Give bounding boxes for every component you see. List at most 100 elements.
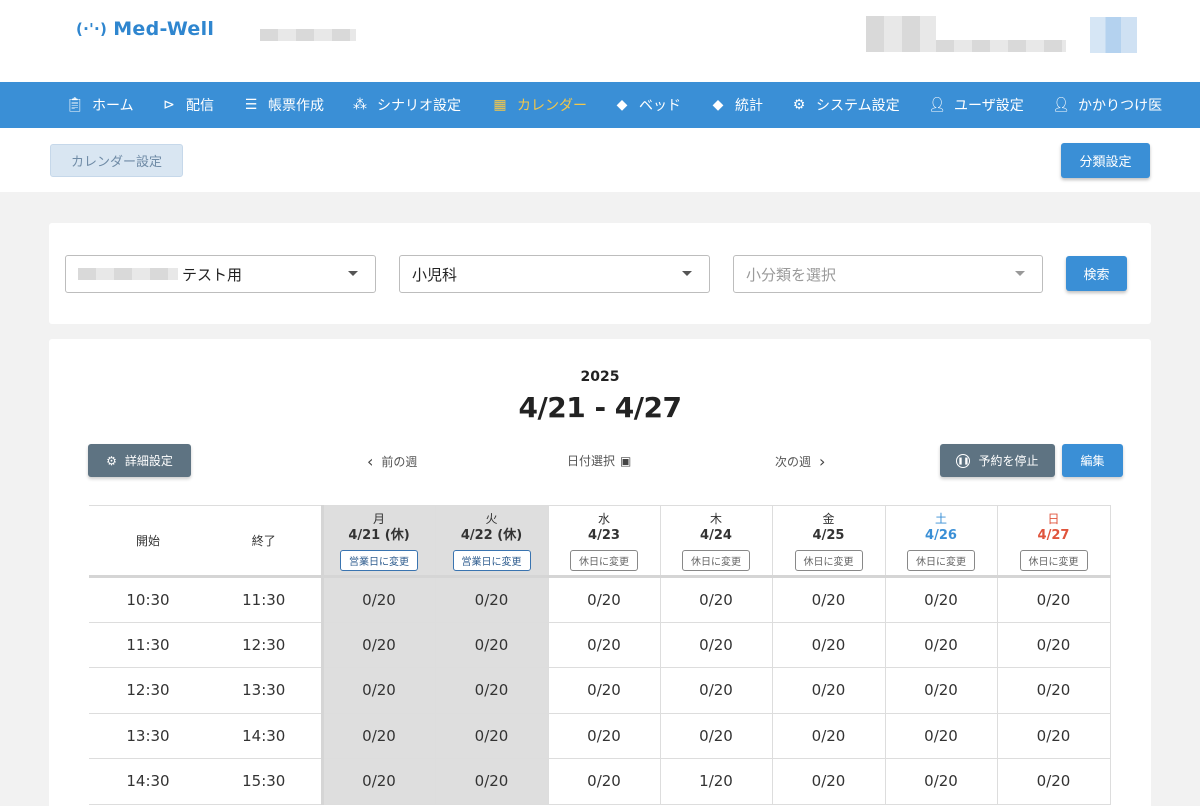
slot-cell[interactable]: 0/20 (320, 758, 436, 805)
next-week-link[interactable]: 次の週 › (775, 452, 825, 471)
day-header: 火 4/22 (休) 営業日に変更 (435, 505, 549, 578)
sub-toolbar: カレンダー設定 分類設定 (0, 128, 1200, 192)
nav-label: かかりつけ医 (1078, 98, 1163, 114)
day-header: 水 4/23 休日に変更 (548, 505, 661, 578)
slot-cell[interactable]: 0/20 (772, 713, 886, 759)
slot-cell[interactable]: 0/20 (997, 576, 1111, 623)
slot-cell[interactable]: 0/20 (435, 758, 549, 805)
cube-stat-icon: ◆ (712, 97, 724, 113)
slot-start-time: 14:30 (89, 758, 207, 805)
slot-cell[interactable]: 0/20 (885, 713, 998, 759)
slot-cell[interactable]: 0/20 (660, 667, 773, 714)
megaphone-icon: ⊳ (163, 97, 175, 113)
toggle-day-status-button[interactable]: 休日に変更 (1019, 549, 1088, 571)
day-header: 土 4/26 休日に変更 (885, 505, 998, 578)
slot-start-time: 10:30 (89, 576, 207, 623)
day-header: 日 4/27 休日に変更 (997, 505, 1111, 578)
nav-item-calendar[interactable]: ▦ カレンダー (491, 82, 587, 128)
slot-cell[interactable]: 0/20 (548, 713, 661, 759)
logo-text: Med-Well (113, 18, 215, 40)
slot-cell[interactable]: 0/20 (435, 713, 549, 759)
slot-cell[interactable]: 0/20 (320, 622, 436, 668)
app-logo[interactable]: (·'·) Med-Well (76, 18, 214, 40)
slot-cell[interactable]: 0/20 (320, 667, 436, 714)
date-picker-label: 日付選択 (567, 454, 616, 468)
day-header: 木 4/24 休日に変更 (660, 505, 773, 578)
calendar-settings-button[interactable]: カレンダー設定 (50, 144, 183, 177)
slot-cell[interactable]: 0/20 (772, 622, 886, 668)
nav-item-family-doctor[interactable]: 👤︎ かかりつけ医 (1052, 82, 1162, 128)
toggle-day-status-button[interactable]: 営業日に変更 (452, 549, 531, 571)
day-of-week: 金 (822, 511, 835, 526)
slot-cell[interactable]: 0/20 (320, 713, 436, 759)
slot-cell[interactable]: 0/20 (548, 667, 661, 714)
day-date: 4/22 (休) (460, 527, 523, 543)
toggle-day-status-button[interactable]: 休日に変更 (682, 549, 750, 571)
slot-cell[interactable]: 0/20 (660, 713, 773, 759)
slot-cell[interactable]: 0/20 (772, 576, 886, 623)
slot-cell[interactable]: 0/20 (320, 576, 436, 623)
slot-cell[interactable]: 0/20 (772, 758, 886, 805)
slot-cell[interactable]: 0/20 (997, 667, 1111, 714)
slot-cell[interactable]: 0/20 (997, 622, 1111, 668)
nav-item-stats[interactable]: ◆ 統計 (709, 82, 763, 128)
department-select[interactable]: 小児科 (399, 255, 710, 293)
nav-label: ベッド (639, 98, 681, 114)
nav-item-forms[interactable]: ☰ 帳票作成 (242, 82, 324, 128)
slot-cell[interactable]: 0/20 (772, 667, 886, 714)
slot-cell[interactable]: 0/20 (548, 622, 661, 668)
caret-down-icon (1015, 271, 1025, 276)
slot-start-time: 12:30 (89, 667, 207, 714)
day-date: 4/21 (休) (348, 527, 410, 543)
day-of-week: 月 (372, 511, 385, 526)
classification-settings-button[interactable]: 分類設定 (1061, 143, 1150, 178)
department-select-value: 小児科 (412, 265, 458, 284)
toggle-day-status-button[interactable]: 休日に変更 (570, 549, 638, 571)
calendar-clock-icon: ▦ (493, 97, 507, 113)
slot-cell[interactable]: 0/20 (885, 758, 998, 805)
slot-cell[interactable]: 0/20 (997, 758, 1111, 805)
slot-cell[interactable]: 0/20 (435, 622, 549, 668)
slot-cell[interactable]: 0/20 (660, 622, 773, 668)
nav-label: ホーム (92, 98, 134, 114)
slot-cell[interactable]: 0/20 (548, 758, 661, 805)
subcategory-select[interactable]: 小分類を選択 (733, 255, 1043, 293)
detail-settings-button[interactable]: ⚙ 詳細設定 (88, 444, 191, 477)
nav-item-scenario[interactable]: ⁂ シナリオ設定 (351, 82, 461, 128)
nav-item-delivery[interactable]: ⊳ 配信 (160, 82, 214, 128)
doctor-gear-icon: 👤︎ (1052, 97, 1070, 113)
table-row: 10:30 11:30 0/20 0/20 0/20 0/20 0/20 0/20 0/20 (89, 576, 1111, 623)
nav-item-users[interactable]: 👤︎ ユーザ設定 (928, 82, 1024, 128)
slot-cell[interactable]: 1/20 (660, 758, 773, 805)
next-week-label: 次の週 (775, 455, 812, 469)
edit-button[interactable]: 編集 (1062, 444, 1123, 477)
slot-cell[interactable]: 0/20 (435, 576, 549, 623)
cube-icon: ◆ (616, 97, 628, 113)
facility-select[interactable]: テスト用 (65, 255, 376, 293)
nav-item-bed[interactable]: ◆ ベッド (613, 82, 681, 128)
toggle-day-status-button[interactable]: 営業日に変更 (340, 549, 418, 571)
slot-cell[interactable]: 0/20 (885, 576, 998, 623)
table-header-row: 開始 終了 月 4/21 (休) 営業日に変更 火 4/22 (休) 営業日に変… (89, 505, 1111, 578)
day-header: 月 4/21 (休) 営業日に変更 (320, 505, 436, 578)
gear-icon: ⚙ (106, 453, 117, 468)
stop-booking-button[interactable]: ❚❚ 予約を停止 (940, 444, 1055, 477)
nav-item-system[interactable]: ⚙ システム設定 (790, 82, 900, 128)
slot-cell[interactable]: 0/20 (660, 576, 773, 623)
slot-cell[interactable]: 0/20 (548, 576, 661, 623)
slot-cell[interactable]: 0/20 (997, 713, 1111, 759)
day-of-week: 木 (709, 511, 722, 526)
toggle-day-status-button[interactable]: 休日に変更 (907, 549, 975, 571)
slot-cell[interactable]: 0/20 (885, 622, 998, 668)
slot-cell[interactable]: 0/20 (885, 667, 998, 714)
prev-week-link[interactable]: ‹ 前の週 (367, 452, 417, 471)
date-picker-link[interactable]: 日付選択 ▣ (567, 452, 631, 469)
avatar[interactable] (1090, 17, 1137, 53)
nav-item-home[interactable]: 📋︎ ホーム (66, 82, 134, 128)
redacted-user-name (866, 16, 936, 52)
search-button[interactable]: 検索 (1066, 256, 1127, 291)
chevron-right-icon: › (819, 452, 826, 471)
slot-cell[interactable]: 0/20 (435, 667, 549, 714)
toggle-day-status-button[interactable]: 休日に変更 (794, 549, 863, 571)
day-of-week: 土 (934, 511, 947, 526)
